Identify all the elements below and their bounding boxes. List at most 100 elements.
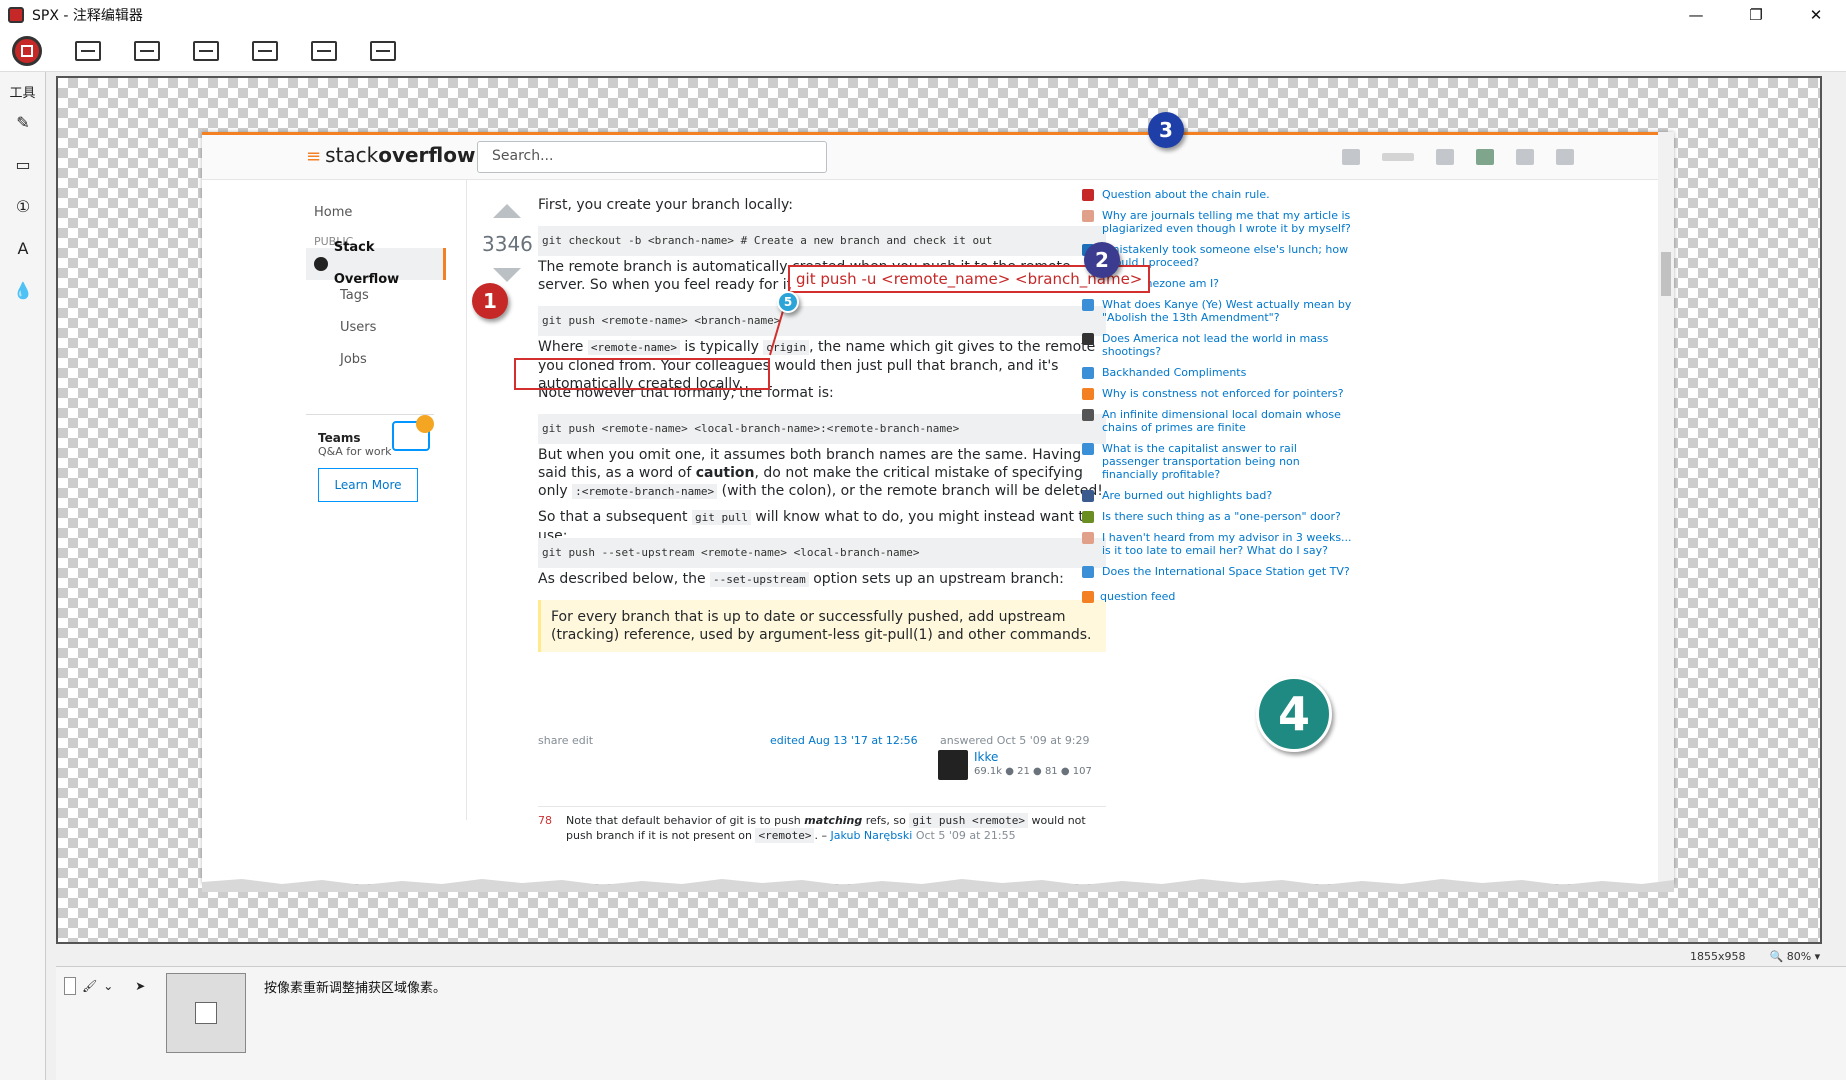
hot-question-item: Question about the chain rule. (1082, 188, 1352, 201)
cursor-icon[interactable]: ➤ (135, 979, 145, 993)
nav-jobs: Jobs (340, 352, 367, 367)
site-icon (1082, 409, 1094, 421)
marker-tool-icon[interactable]: ✎ (0, 101, 46, 143)
step-number-tool-icon[interactable]: ① (0, 185, 46, 227)
so-logo: ≡ stackoverflow (306, 143, 476, 167)
color-swatch[interactable] (64, 977, 76, 995)
hot-question-link: An infinite dimensional local domain who… (1102, 408, 1341, 434)
hot-question-link: What is the capitalist answer to rail pa… (1102, 442, 1300, 481)
resize-control[interactable] (166, 973, 246, 1053)
so-left-nav: Home PUBLIC Stack Overflow Tags Users Jo… (306, 197, 446, 376)
share-edit-links: share edit (538, 734, 594, 747)
code-block: git push <remote-name> <local-branch-nam… (538, 414, 1106, 444)
hot-question-link: I haven't heard from my advisor in 3 wee… (1102, 531, 1352, 557)
achievements-icon (1476, 149, 1494, 165)
step-marker-1[interactable]: 1 (472, 283, 508, 319)
edited-link: edited Aug 13 '17 at 12:56 (770, 734, 918, 747)
hot-question-link: Backhanded Compliments (1102, 366, 1247, 379)
capture-icon[interactable] (12, 35, 42, 66)
hot-question-item: What is the capitalist answer to rail pa… (1082, 442, 1352, 481)
code-block: git push --set-upstream <remote-name> <l… (538, 538, 1106, 568)
zoom-level[interactable]: 🔍 80% ▾ (1770, 950, 1821, 963)
editor-canvas[interactable]: ≡ stackoverflow Search... Home PUBLIC Sta… (56, 76, 1822, 944)
app-icon (8, 7, 24, 23)
web-icon[interactable] (252, 40, 278, 61)
hot-network-questions: Question about the chain rule. Why are jo… (1082, 188, 1352, 603)
step-marker-4[interactable]: 4 (1256, 676, 1332, 752)
close-button[interactable]: ✕ (1786, 0, 1846, 30)
comment-score: 78 (538, 814, 552, 827)
vote-count: 3346 (482, 232, 533, 256)
hot-question-link: Why are journals telling me that my arti… (1102, 209, 1351, 235)
tools-label: 工具 (9, 86, 36, 101)
image-size: 1855x958 (1690, 950, 1746, 963)
inbox-icon (1436, 149, 1454, 165)
print-icon[interactable] (311, 40, 337, 61)
hot-question-item: Backhanded Compliments (1082, 366, 1352, 379)
site-icon (1082, 532, 1094, 544)
hot-question-link: Are burned out highlights bad? (1102, 489, 1273, 502)
site-icon (1082, 367, 1094, 379)
user-reputation: 69.1k ● 21 ● 81 ● 107 (974, 766, 1092, 777)
site-icon (1082, 210, 1094, 222)
color-picker[interactable]: 🖌 ⌄ ➤ (64, 977, 145, 995)
so-scrollbar (1658, 132, 1674, 884)
highlight-box[interactable] (514, 358, 770, 390)
hot-question-link: Does the International Space Station get… (1102, 565, 1350, 578)
text-card-icon[interactable] (193, 40, 219, 61)
answer-paragraph: But when you omit one, it assumes both b… (538, 447, 1103, 499)
comment-text: Note that default behavior of git is to … (566, 813, 1086, 843)
main-toolbar (0, 30, 1846, 72)
fill-icon[interactable]: 🖌 (82, 979, 97, 993)
site-icon (1082, 566, 1094, 578)
chevron-down-icon[interactable]: ⌄ (103, 979, 113, 993)
hot-question-link: Is there such thing as a "one-person" do… (1102, 510, 1341, 523)
nav-users: Users (340, 320, 377, 335)
site-icon (1082, 189, 1094, 201)
hot-question-item: What does Kanye (Ye) West actually mean … (1082, 298, 1352, 324)
teams-promo: Teams Q&A for work Learn More (306, 414, 434, 514)
folder-icon[interactable] (134, 40, 160, 61)
hot-question-link: Why is constness not enforced for pointe… (1102, 387, 1344, 400)
answered-date: answered Oct 5 '09 at 9:29 (940, 734, 1090, 747)
window-capture-icon[interactable] (370, 40, 396, 61)
hot-question-item: Why is constness not enforced for pointe… (1082, 387, 1352, 400)
code-block: git push <remote-name> <branch-name> (538, 306, 1106, 336)
step-marker-3[interactable]: 3 (1148, 112, 1184, 148)
hot-question-item: I haven't heard from my advisor in 3 wee… (1082, 531, 1352, 557)
captured-screenshot[interactable]: ≡ stackoverflow Search... Home PUBLIC Sta… (202, 132, 1674, 892)
header-icons (1342, 149, 1574, 165)
answer-paragraph: First, you create your branch locally: (538, 197, 793, 213)
restore-button[interactable]: ❐ (1726, 0, 1786, 30)
window-controls: — ❐ ✕ (1666, 0, 1846, 30)
user-card: Ikke 69.1k ● 21 ● 81 ● 107 (938, 750, 1118, 784)
text-tool-icon[interactable]: A (0, 227, 46, 269)
site-switcher-icon (1556, 149, 1574, 165)
clipboard-icon[interactable] (75, 40, 101, 61)
minimize-button[interactable]: — (1666, 0, 1726, 30)
blockquote: For every branch that is up to date or s… (538, 600, 1106, 652)
lock-icon (416, 415, 434, 433)
properties-panel: 🖌 ⌄ ➤ 按像素重新调整捕获区域像素。 (56, 966, 1846, 1080)
hot-question-item: Does the International Space Station get… (1082, 565, 1352, 578)
tools-panel: 工具 ✎ ▭ ① A 💧 (0, 72, 46, 1080)
hot-question-link: What does Kanye (Ye) West actually mean … (1102, 298, 1352, 324)
nav-home: Home (314, 205, 353, 220)
horizontal-scrollbar[interactable] (56, 948, 1786, 964)
search-input[interactable]: Search... (477, 141, 827, 173)
site-icon (1082, 388, 1094, 400)
nav-stackoverflow: Stack Overflow (306, 240, 446, 287)
hint-text: 按像素重新调整捕获区域像素。 (264, 981, 447, 996)
blur-tool-icon[interactable]: 💧 (0, 269, 46, 311)
upvote-icon (493, 204, 521, 218)
site-icon (1082, 511, 1094, 523)
vertical-scrollbar[interactable] (1828, 76, 1844, 944)
rectangle-tool-icon[interactable]: ▭ (0, 143, 46, 185)
avatar (1342, 149, 1360, 165)
torn-edge (202, 879, 1674, 892)
step-marker-2[interactable]: 2 (1084, 242, 1120, 278)
step-marker-5[interactable]: 5 (777, 291, 799, 313)
title-bar: SPX - 注释编辑器 — ❐ ✕ (0, 0, 1846, 30)
hot-question-item: Are burned out highlights bad? (1082, 489, 1352, 502)
question-feed-link: question feed (1082, 590, 1352, 603)
